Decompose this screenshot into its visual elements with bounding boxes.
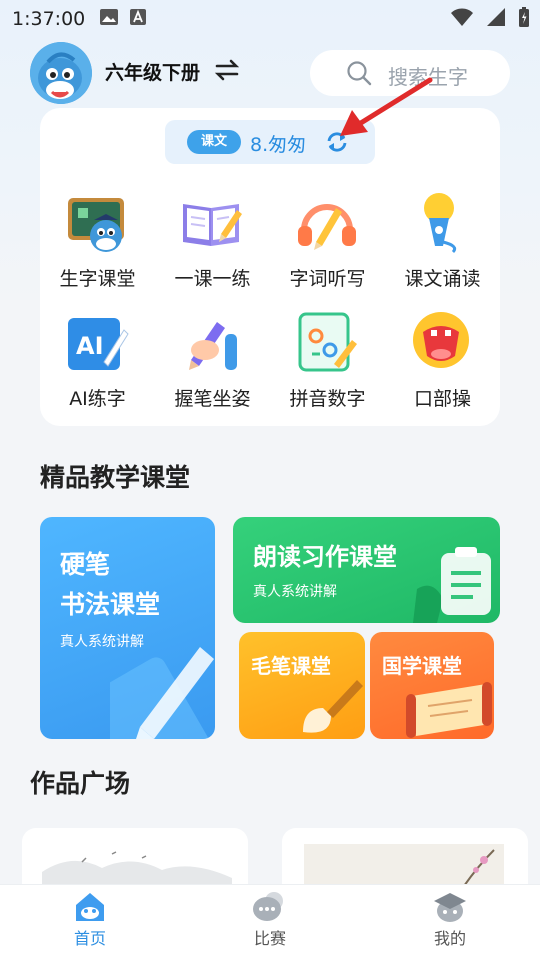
- lesson-tag: 课文: [187, 130, 241, 154]
- course-title: 朗读习作课堂: [253, 543, 397, 571]
- brush-icon: [293, 672, 365, 739]
- battery-icon: [518, 6, 530, 32]
- scroll-icon: [402, 676, 494, 739]
- bottom-navigation: 首页 比赛 我的: [0, 884, 540, 960]
- swap-icon[interactable]: [214, 58, 240, 86]
- pen-icon: [85, 627, 215, 739]
- grade-selector[interactable]: 六年级下册: [105, 58, 200, 85]
- microphone-icon: [409, 190, 475, 256]
- wifi-icon: [450, 7, 474, 31]
- book-pencil-icon: [179, 190, 245, 256]
- course-title-line2: 书法课堂: [60, 590, 161, 619]
- nav-home[interactable]: 首页: [0, 885, 180, 960]
- flower-branch-icon: [463, 849, 495, 887]
- feature-item-一课一练[interactable]: 一课一练: [155, 190, 270, 300]
- nav-label: 比赛: [253, 929, 286, 948]
- app-header: 六年级下册 搜索生字: [0, 40, 540, 106]
- blackboard-icon: [64, 190, 130, 256]
- section-title-courses: 精品教学课堂: [40, 463, 191, 492]
- course-title-line1: 硬笔: [60, 550, 111, 579]
- annotation-arrow: [340, 77, 433, 136]
- feature-label: 生字课堂: [59, 268, 136, 290]
- mouth-icon: [409, 310, 475, 376]
- lesson-name: 8.匆匆: [250, 134, 307, 156]
- nav-profile[interactable]: 我的: [360, 885, 540, 960]
- feature-card: 课文 8.匆匆 生字课堂 一课一练 字词听写 课文诵读 AI AI练字 握笔坐姿…: [40, 108, 500, 426]
- graduation-cap-icon: [432, 891, 468, 927]
- feature-item-握笔坐姿[interactable]: 握笔坐姿: [155, 310, 270, 420]
- feature-label: AI练字: [69, 388, 126, 410]
- feature-label: 拼音数字: [289, 388, 366, 410]
- app-notification-icon: [129, 8, 147, 30]
- headphones-icon: [294, 190, 360, 256]
- nav-label: 我的: [433, 929, 466, 948]
- svg-text:AI: AI: [76, 332, 104, 360]
- feature-item-生字课堂[interactable]: 生字课堂: [40, 190, 155, 300]
- nav-competition[interactable]: 比赛: [180, 885, 360, 960]
- nav-label: 首页: [73, 929, 106, 948]
- status-bar: 1:37:00: [0, 0, 540, 38]
- feature-item-拼音数字[interactable]: 拼音数字: [270, 310, 385, 420]
- feature-item-ai练字[interactable]: AI AI练字: [40, 310, 155, 420]
- avatar[interactable]: [30, 42, 92, 104]
- feature-label: 字词听写: [289, 268, 366, 290]
- feature-item-课文诵读[interactable]: 课文诵读: [385, 190, 500, 300]
- home-icon: [72, 891, 108, 927]
- course-subtitle: 真人系统讲解: [253, 584, 337, 600]
- image-notification-icon: [99, 8, 119, 30]
- course-brush[interactable]: 毛笔课堂: [239, 632, 365, 739]
- course-title: 国学课堂: [382, 654, 462, 678]
- feature-label: 课文诵读: [404, 268, 481, 290]
- feature-label: 握笔坐姿: [174, 388, 251, 410]
- course-reading[interactable]: 朗读习作课堂 真人系统讲解: [233, 517, 500, 623]
- feature-label: 一课一练: [174, 268, 251, 290]
- pinyin-icon: [294, 310, 360, 376]
- signal-icon: [486, 7, 506, 31]
- feature-item-字词听写[interactable]: 字词听写: [270, 190, 385, 300]
- feature-item-口部操[interactable]: 口部操: [385, 310, 500, 420]
- section-title-works: 作品广场: [30, 769, 131, 798]
- pencil-grip-icon: [179, 310, 245, 376]
- status-time: 1:37:00: [12, 8, 86, 30]
- course-hard-pen[interactable]: 硬笔 书法课堂 真人系统讲解: [40, 517, 215, 739]
- chat-bubble-icon: [252, 891, 288, 927]
- clipboard-icon: [413, 539, 499, 623]
- course-guoxue[interactable]: 国学课堂: [370, 632, 494, 739]
- feature-label: 口部操: [413, 388, 471, 410]
- ai-icon: AI: [64, 310, 130, 376]
